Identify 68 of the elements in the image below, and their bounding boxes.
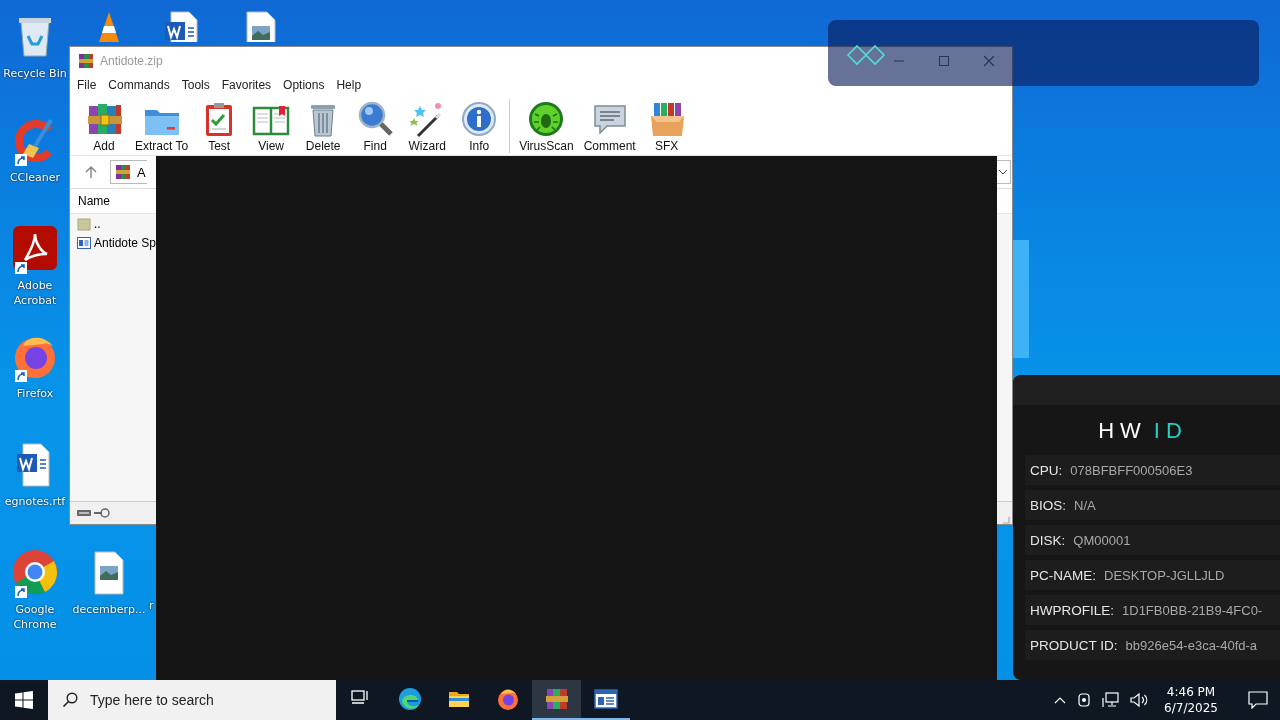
panel-title: HW ID: [1097, 418, 1189, 444]
window-title: Antidote.zip: [100, 54, 163, 68]
desktop-icon-label[interactable]: Adobe Acrobat: [2, 278, 68, 308]
network-icon[interactable]: [1102, 692, 1121, 708]
menu-item[interactable]: File: [77, 78, 97, 92]
search-field[interactable]: Type here to search: [88, 691, 322, 709]
menu-item[interactable]: Commands: [108, 78, 170, 92]
info-value: 078BFBFF000506E3: [1070, 462, 1193, 478]
drive-key-icon: [76, 507, 110, 519]
toolbar-button[interactable]: Add: [78, 100, 130, 155]
info-value: bb926e54-e3ca-40fd-a: [1125, 637, 1258, 653]
folder-icon: [77, 216, 91, 231]
firefox-icon: [495, 687, 520, 711]
info-label: PC-NAME:: [1030, 567, 1096, 583]
column-header[interactable]: Name: [78, 194, 110, 208]
info-label: CPU:: [1030, 462, 1063, 478]
address-field[interactable]: A: [110, 160, 147, 184]
menu-item[interactable]: Options: [283, 78, 325, 92]
info-value: DESKTOP-JGLLJLD: [1104, 567, 1225, 583]
app-window-icon: [593, 687, 618, 711]
toolbar-button[interactable]: VirusScan: [514, 100, 579, 155]
maximize-icon[interactable]: [937, 54, 951, 68]
archive-app-icon: [78, 53, 94, 69]
info-value: 1D1FB0BB-21B9-4FC0-: [1122, 602, 1263, 618]
desktop-icon-label[interactable]: Recycle Bin: [3, 66, 67, 81]
close-icon[interactable]: [982, 54, 996, 68]
toolbar-button[interactable]: Wizard: [401, 100, 454, 155]
notification-icon[interactable]: [1248, 691, 1268, 709]
search-icon: [62, 692, 78, 708]
toolbar-button[interactable]: Delete: [297, 100, 350, 155]
desktop-icon-label[interactable]: CCleaner: [9, 170, 61, 185]
toolbar-button[interactable]: Test: [193, 100, 246, 155]
toolbar-button[interactable]: Find: [349, 100, 402, 155]
info-label: BIOS:: [1030, 497, 1066, 513]
up-arrow-icon[interactable]: [84, 165, 98, 179]
menu-item[interactable]: Help: [336, 78, 362, 92]
info-label: PRODUCT ID:: [1030, 637, 1118, 653]
info-label: HWPROFILE:: [1030, 602, 1114, 618]
magnifier-icon: [356, 100, 395, 138]
file-name[interactable]: ..: [94, 216, 101, 231]
chrome-icon[interactable]: [11, 548, 59, 596]
file-icon: [77, 235, 91, 250]
archive-app-icon: [115, 164, 131, 180]
edge-browser-icon: [397, 687, 422, 711]
info-value: N/A: [1074, 497, 1096, 513]
toolbar-button[interactable]: Extract To: [130, 100, 194, 155]
pdf-icon[interactable]: [11, 224, 59, 272]
clock[interactable]: 4:46 PM 6/7/2025: [1164, 684, 1218, 716]
caret-icon: [998, 169, 1008, 175]
resize-grip-icon[interactable]: [1000, 514, 1010, 524]
search-bar[interactable]: Type here to search: [48, 680, 336, 720]
speaker-icon[interactable]: [1130, 692, 1149, 708]
toolbar-button[interactable]: View: [245, 100, 298, 155]
menu-item[interactable]: Tools: [181, 78, 210, 92]
bug-icon: [527, 100, 566, 138]
info-icon: [460, 100, 499, 138]
chevron-up-icon[interactable]: [1054, 696, 1067, 704]
books-stack-icon: [544, 687, 569, 711]
file-name[interactable]: Antidote Sp: [94, 235, 157, 250]
info-label: DISK:: [1030, 532, 1066, 548]
toolbar-button[interactable]: Info: [453, 100, 506, 155]
toolbar-button[interactable]: Comment: [578, 100, 641, 155]
menu-item[interactable]: Favorites: [221, 78, 272, 92]
info-value: QM00001: [1073, 532, 1131, 548]
toolbar-button[interactable]: SFX: [640, 100, 693, 155]
webcam-icon[interactable]: [1076, 692, 1093, 708]
taskbar-button[interactable]: [532, 680, 581, 720]
windows-logo-icon: [15, 691, 33, 709]
